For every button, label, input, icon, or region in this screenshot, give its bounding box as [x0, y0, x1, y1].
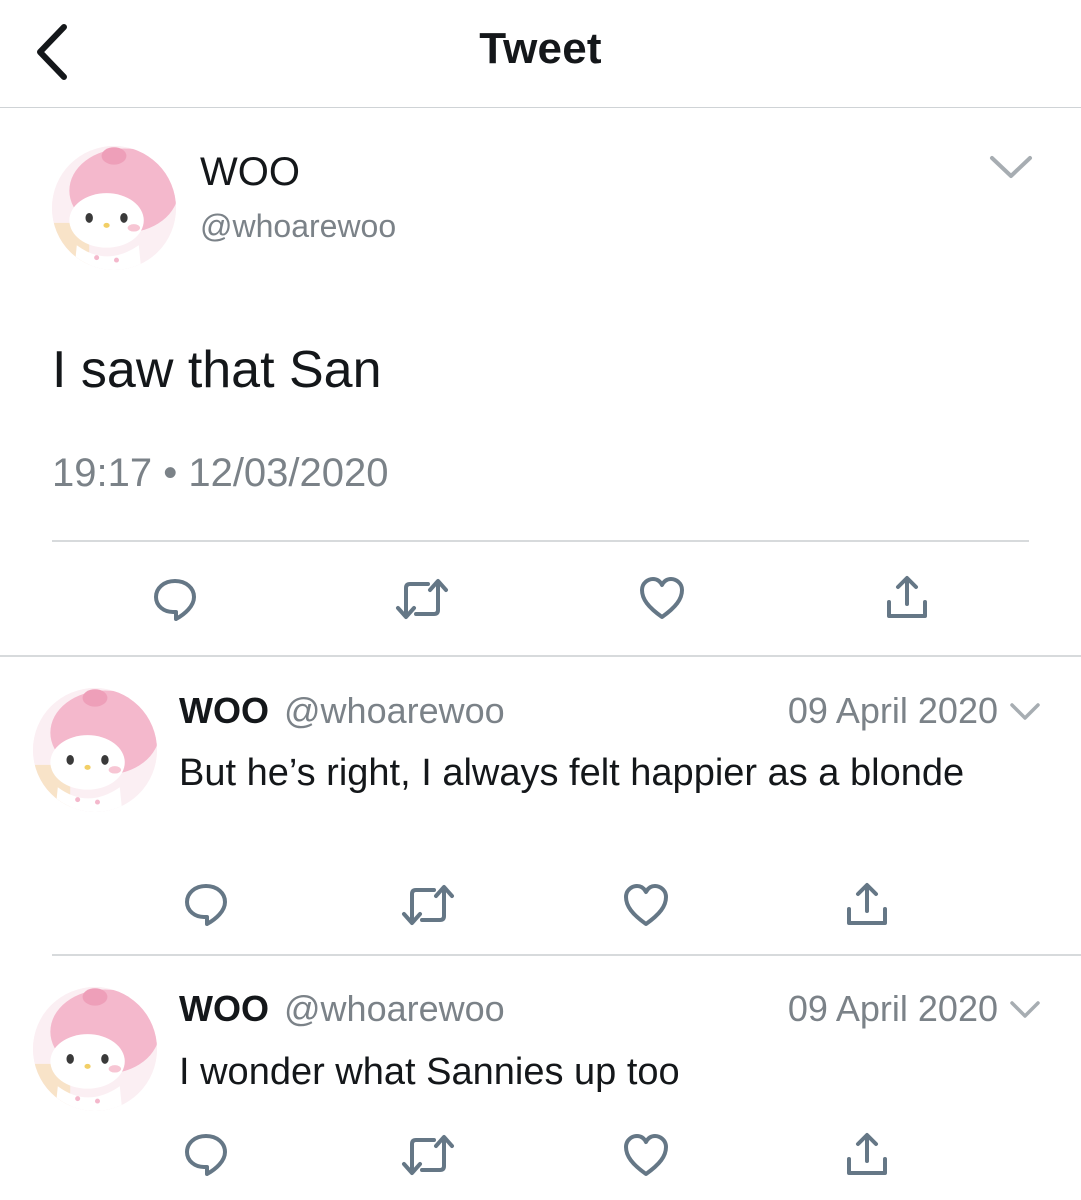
retweet-button[interactable]	[400, 1132, 456, 1178]
tweet-date: 09 April 2020	[787, 988, 998, 1029]
reply-icon	[185, 884, 227, 926]
user-handle: @whoarewoo	[284, 988, 505, 1029]
like-icon	[624, 884, 668, 926]
reply-button[interactable]	[182, 1130, 230, 1178]
retweet-icon	[402, 1135, 454, 1175]
user-handle: @whoarewoo	[284, 690, 505, 731]
navigation-header: Tweet	[0, 0, 1081, 108]
share-button[interactable]	[844, 881, 890, 929]
retweet-button[interactable]	[400, 882, 456, 928]
share-button[interactable]	[884, 574, 930, 622]
tweet-timestamp: 19:17 • 12/03/2020	[52, 451, 389, 495]
share-button[interactable]	[844, 1131, 890, 1179]
share-icon	[847, 883, 887, 925]
avatar[interactable]	[52, 146, 176, 270]
divider	[0, 655, 1081, 657]
like-icon	[640, 577, 684, 619]
avatar[interactable]	[33, 688, 157, 812]
tweet-options-button[interactable]	[986, 150, 1036, 184]
reply-button[interactable]	[150, 574, 200, 624]
avatar[interactable]	[33, 987, 157, 1111]
chevron-down-icon	[1010, 1001, 1040, 1018]
retweet-icon	[402, 885, 454, 925]
user-handle: @whoarewoo	[200, 208, 397, 244]
avatar-image	[33, 688, 157, 812]
tweet-text: I saw that San	[52, 341, 382, 399]
divider	[52, 954, 1081, 956]
display-name: WOO	[200, 150, 300, 194]
like-button[interactable]	[622, 1131, 670, 1179]
tweet-options-button[interactable]	[1008, 700, 1042, 724]
tweet-options-button[interactable]	[1008, 998, 1042, 1022]
retweet-button[interactable]	[394, 576, 450, 622]
like-button[interactable]	[638, 574, 686, 622]
retweet-icon	[396, 579, 448, 619]
reply-button[interactable]	[182, 880, 230, 928]
avatar-image	[33, 987, 157, 1111]
reply-icon	[154, 579, 196, 621]
display-name: WOO	[179, 988, 269, 1029]
reply-icon	[185, 1134, 227, 1176]
divider	[52, 540, 1029, 542]
chevron-down-icon	[1010, 703, 1040, 720]
page-title: Tweet	[479, 24, 602, 73]
like-icon	[624, 1134, 668, 1176]
tweet-date: 09 April 2020	[787, 690, 998, 731]
like-button[interactable]	[622, 881, 670, 929]
display-name: WOO	[179, 690, 269, 731]
tweet-text: I wonder what Sannies up too	[179, 1051, 680, 1093]
share-icon	[847, 1133, 887, 1175]
chevron-down-icon	[990, 156, 1032, 178]
tweet-text: But he’s right, I always felt happier as…	[179, 752, 965, 794]
avatar-image	[52, 146, 176, 270]
share-icon	[887, 576, 927, 618]
